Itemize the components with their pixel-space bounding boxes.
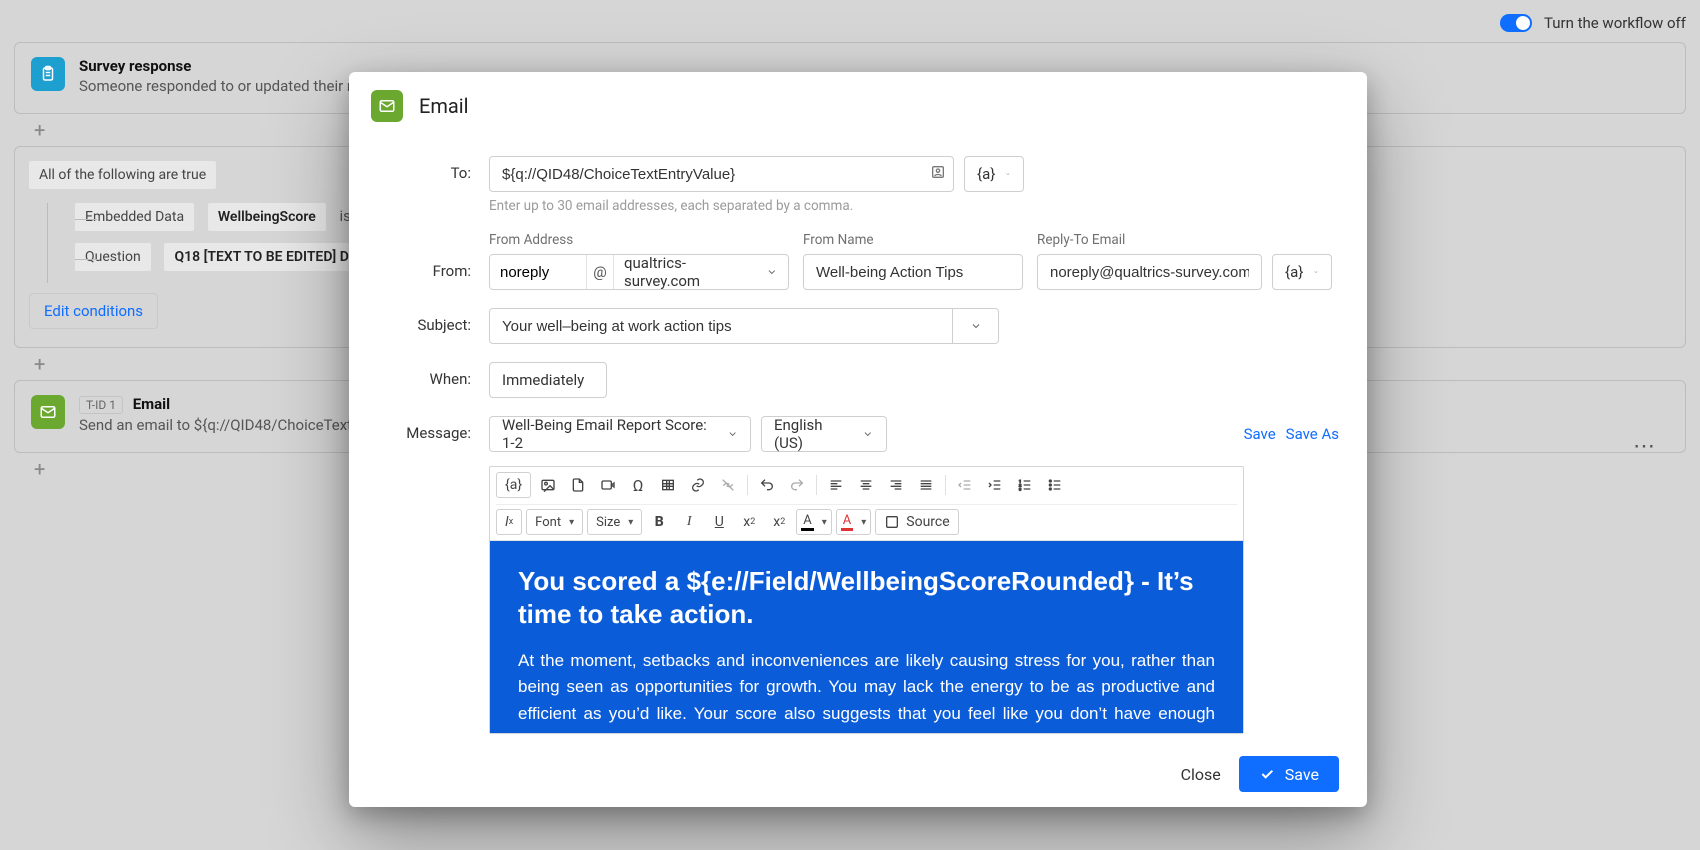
subject-dropdown-button[interactable] [953,308,999,344]
contact-picker-icon[interactable] [930,164,946,184]
file-icon[interactable] [565,472,591,498]
rich-text-editor: {a} Ω [489,466,1244,734]
text-color-select[interactable]: A▾ [796,509,832,535]
font-select[interactable]: Font▾ [526,509,583,535]
svg-text:3: 3 [1019,486,1021,491]
piped-text-button[interactable]: {a} [496,472,531,498]
underline-icon[interactable]: U [706,509,732,535]
video-icon[interactable] [595,472,621,498]
reply-piped-text-button[interactable]: {a} [1272,254,1332,290]
to-piped-text-button[interactable]: {a} [964,156,1024,192]
message-label: Message: [349,416,489,442]
unlink-icon[interactable] [715,472,741,498]
indent-icon[interactable] [982,472,1008,498]
ordered-list-icon[interactable]: 123 [1012,472,1038,498]
reply-to-label: Reply-To Email [1037,232,1339,248]
italic-icon[interactable]: I [676,509,702,535]
modal-footer: Close Save [349,741,1367,807]
when-label: When: [349,362,489,388]
omega-icon[interactable]: Ω [625,472,651,498]
when-select[interactable]: Immediately [489,362,607,398]
close-button[interactable]: Close [1181,765,1221,784]
redo-icon[interactable] [784,472,810,498]
message-heading: You scored a ${e://Field/WellbeingScoreR… [518,565,1215,630]
editor-content[interactable]: You scored a ${e://Field/WellbeingScoreR… [490,541,1243,733]
from-domain-select[interactable]: qualtrics-survey.com [614,255,788,289]
editor-toolbar: {a} Ω [490,467,1243,541]
message-paragraph: At the moment, setbacks and inconvenienc… [518,648,1215,733]
subscript-icon[interactable]: x2 [736,509,762,535]
message-language-select[interactable]: English (US) [761,416,887,452]
message-template-select[interactable]: Well-Being Email Report Score: 1-2 [489,416,751,452]
from-label: From: [349,232,489,280]
to-input[interactable] [489,156,954,192]
from-local-input[interactable] [490,255,586,289]
modal-backdrop: Email To: {a} [0,0,1700,850]
source-button[interactable]: Source [875,509,958,535]
to-hint: Enter up to 30 email addresses, each sep… [489,198,1339,214]
superscript-icon[interactable]: x2 [766,509,792,535]
modal-title: Email [419,94,469,118]
clear-format-icon[interactable]: Ix [496,509,522,535]
to-label: To: [349,156,489,182]
subject-label: Subject: [349,308,489,334]
at-sign: @ [586,255,614,289]
from-name-input[interactable] [803,254,1023,290]
outdent-icon[interactable] [952,472,978,498]
bold-icon[interactable]: B [646,509,672,535]
save-button[interactable]: Save [1239,756,1339,792]
from-address-field[interactable]: @ qualtrics-survey.com [489,254,789,290]
link-icon[interactable] [685,472,711,498]
bg-color-select[interactable]: A▾ [836,509,872,535]
message-save-link[interactable]: Save [1244,425,1276,443]
unordered-list-icon[interactable] [1042,472,1068,498]
mail-icon [371,90,403,122]
image-icon[interactable] [535,472,561,498]
reply-to-input[interactable] [1037,254,1262,290]
message-save-as-link[interactable]: Save As [1286,425,1339,443]
modal-header: Email [349,72,1367,130]
align-justify-icon[interactable] [913,472,939,498]
from-name-label: From Name [803,232,1023,248]
align-center-icon[interactable] [853,472,879,498]
subject-input[interactable] [489,308,953,344]
align-left-icon[interactable] [823,472,849,498]
from-address-label: From Address [489,232,789,248]
table-icon[interactable] [655,472,681,498]
size-select[interactable]: Size▾ [587,509,642,535]
align-right-icon[interactable] [883,472,909,498]
email-modal: Email To: {a} [349,72,1367,807]
undo-icon[interactable] [754,472,780,498]
